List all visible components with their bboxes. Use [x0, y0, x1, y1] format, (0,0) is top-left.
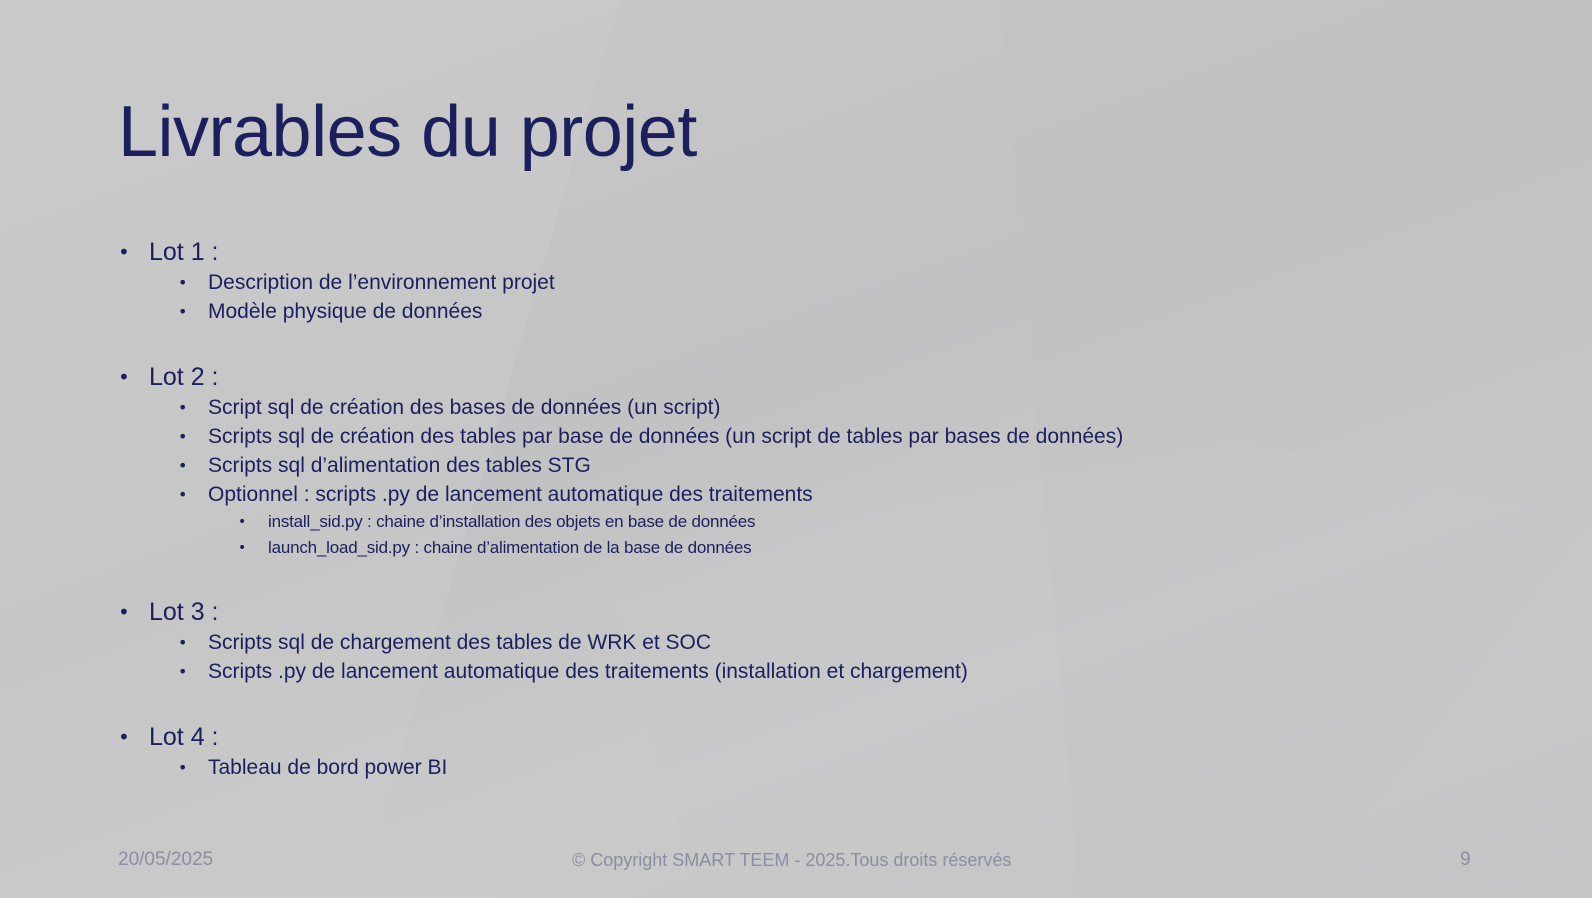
deliverable-item: • Scripts sql de chargement des tables de…: [118, 628, 1418, 657]
bullet-icon: •: [118, 600, 130, 624]
footer-date: 20/05/2025: [118, 849, 214, 870]
deliverable-subitem: • launch_load_sid.py : chaine d’alimentat…: [118, 535, 1418, 561]
bullet-icon: •: [178, 302, 188, 321]
lot-group: • Lot 2 : • Script sql de création des base…: [118, 361, 1418, 561]
page-number: 9: [1460, 849, 1471, 870]
deliverable-item: • Tableau de bord power BI: [118, 753, 1418, 782]
subitem-text: launch_load_sid.py : chaine d’alimentati…: [268, 538, 752, 557]
bullet-icon: •: [178, 456, 188, 475]
lot-heading: • Lot 4 :: [118, 721, 1418, 753]
deliverable-text: Scripts .py de lancement automatique des…: [208, 660, 968, 683]
deliverable-text: Script sql de création des bases de donn…: [208, 396, 721, 419]
deliverable-text: Scripts sql d’alimentation des tables ST…: [208, 454, 591, 477]
bullet-icon: •: [178, 427, 188, 446]
deliverable-item: • Modèle physique de données: [118, 297, 1418, 326]
deliverable-item: • Optionnel : scripts .py de lancement au…: [118, 480, 1418, 509]
bullet-icon: •: [238, 540, 247, 556]
deliverable-text: Scripts sql de chargement des tables de …: [208, 631, 712, 654]
bullet-icon: •: [238, 514, 247, 530]
slide-title: Livrables du projet: [118, 92, 697, 172]
bullet-icon: •: [178, 758, 188, 777]
bullet-icon: •: [178, 273, 188, 292]
deliverable-item: • Scripts sql de création des tables par …: [118, 422, 1418, 451]
deliverables-list: • Lot 1 : • Description de l’environnement …: [118, 236, 1418, 782]
subitem-text: install_sid.py : chaine d’installation d…: [268, 512, 756, 531]
deliverable-text: Optionnel : scripts .py de lancement aut…: [208, 483, 813, 506]
lot-label: Lot 1 :: [149, 238, 219, 266]
bullet-icon: •: [118, 240, 130, 264]
deliverable-text: Scripts sql de création des tables par b…: [208, 425, 1124, 448]
bullet-icon: •: [178, 633, 188, 652]
bullet-icon: •: [178, 398, 188, 417]
deliverable-text: Modèle physique de données: [208, 300, 483, 323]
deliverable-item: • Scripts .py de lancement automatique de…: [118, 657, 1418, 686]
slide: Livrables du projet • Lot 1 : • Description…: [0, 0, 1592, 898]
lot-group: • Lot 4 : • Tableau de bord power BI: [118, 721, 1418, 782]
lot-label: Lot 3 :: [149, 598, 219, 626]
deliverable-item: • Scripts sql d’alimentation des tables S…: [118, 451, 1418, 480]
footer-copyright: © Copyright SMART TEEM - 2025.Tous droit…: [572, 850, 1012, 870]
deliverable-subitem: • install_sid.py : chaine d’installation …: [118, 509, 1418, 535]
bullet-icon: •: [118, 725, 130, 749]
lot-group: • Lot 1 : • Description de l’environnement …: [118, 236, 1418, 326]
lot-group: • Lot 3 : • Scripts sql de chargement des t…: [118, 596, 1418, 686]
lot-heading: • Lot 3 :: [118, 596, 1418, 628]
deliverable-text: Description de l’environnement projet: [208, 271, 555, 294]
deliverable-item: • Description de l’environnement projet: [118, 268, 1418, 297]
deliverable-item: • Script sql de création des bases de don…: [118, 393, 1418, 422]
lot-label: Lot 4 :: [149, 723, 219, 751]
bullet-icon: •: [118, 365, 130, 389]
lot-label: Lot 2 :: [149, 363, 219, 391]
bullet-icon: •: [178, 662, 188, 681]
lot-heading: • Lot 1 :: [118, 236, 1418, 268]
bullet-icon: •: [178, 485, 188, 504]
deliverable-text: Tableau de bord power BI: [208, 756, 448, 779]
lot-heading: • Lot 2 :: [118, 361, 1418, 393]
